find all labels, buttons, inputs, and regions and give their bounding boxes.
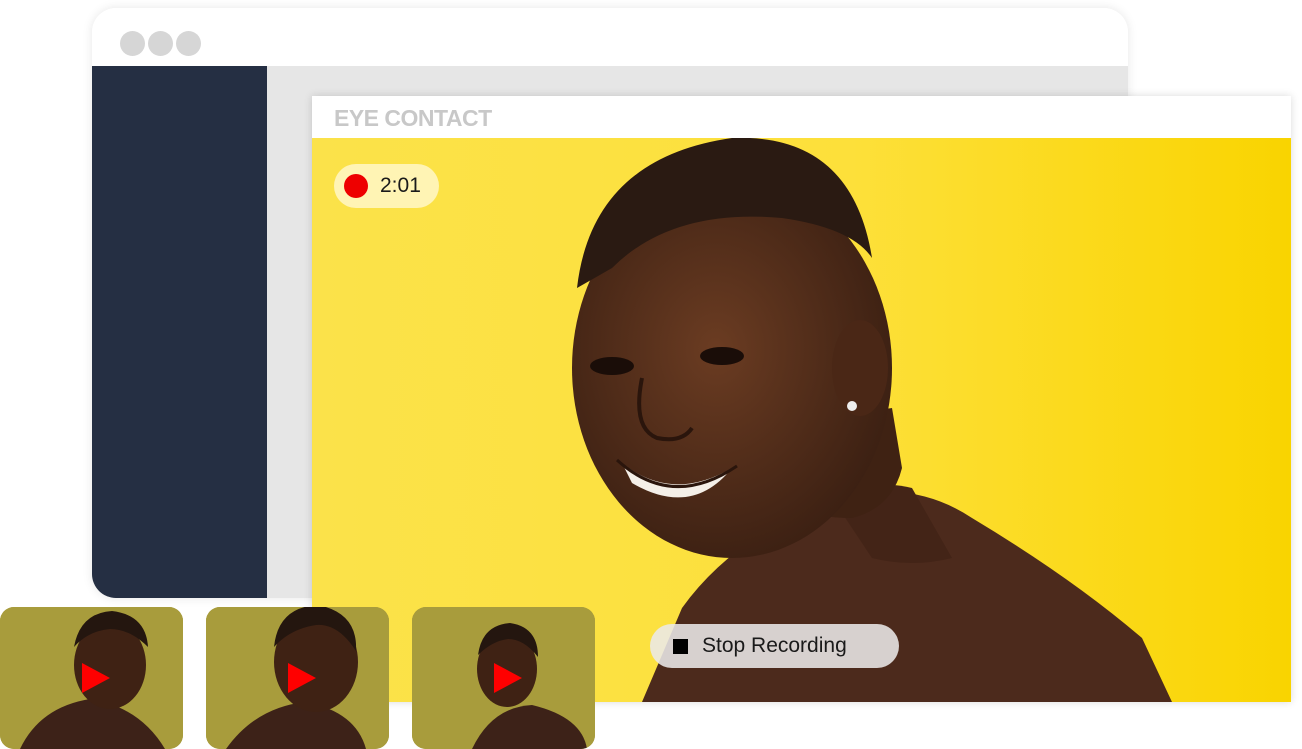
stop-icon <box>673 638 688 654</box>
thumbnail-image <box>206 607 389 749</box>
browser-titlebar <box>92 8 1128 66</box>
window-control-dot[interactable] <box>148 31 173 56</box>
recording-timer: 2:01 <box>334 164 439 208</box>
recording-thumbnail[interactable] <box>0 607 183 749</box>
recording-thumbnail[interactable] <box>412 607 595 749</box>
recording-thumbnail[interactable] <box>206 607 389 749</box>
stop-recording-button[interactable]: Stop Recording <box>650 624 899 668</box>
sidebar <box>92 66 267 598</box>
app-title: EYE CONTACT <box>334 105 492 131</box>
stop-recording-label: Stop Recording <box>702 634 847 657</box>
thumbnail-image <box>0 607 183 749</box>
thumbnail-image <box>412 607 595 749</box>
app-header: EYE CONTACT <box>312 96 1291 138</box>
window-control-dot[interactable] <box>176 31 201 56</box>
stage: EYE CONTACT 2:01 Stop Recording <box>0 0 1302 749</box>
recording-elapsed-time: 2:01 <box>380 174 421 197</box>
window-control-dot[interactable] <box>120 31 145 56</box>
recording-indicator-icon <box>344 174 368 198</box>
